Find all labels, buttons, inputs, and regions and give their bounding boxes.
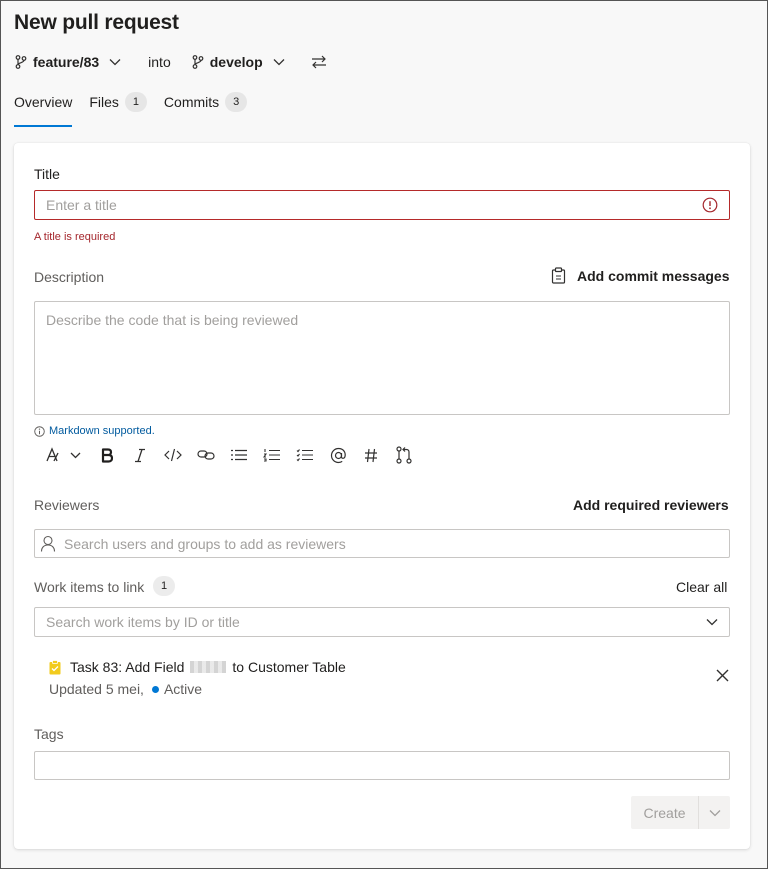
work-items-search-dropdown[interactable]: Search work items by ID or title [34, 607, 730, 637]
text-style-icon [46, 447, 81, 462]
markdown-supported-link[interactable]: Markdown supported. [49, 425, 155, 437]
checklist-button[interactable] [295, 445, 315, 465]
reviewers-label: Reviewers [34, 497, 100, 513]
source-branch-name: feature/83 [33, 54, 100, 70]
chevron-down-icon [273, 59, 285, 66]
italic-button[interactable] [130, 445, 150, 465]
create-options-dropdown[interactable] [698, 796, 730, 829]
code-icon [164, 448, 182, 462]
bulleted-list-icon [231, 449, 247, 461]
bulleted-list-button[interactable] [229, 445, 249, 465]
work-item-title[interactable]: Task 83: Add Field to Customer Table [49, 659, 346, 675]
work-item-updated: Updated 5 mei, [49, 681, 144, 697]
pull-request-form: Title Enter a title A title is required … [14, 143, 750, 849]
tab-commits[interactable]: Commits 3 [163, 91, 248, 127]
remove-work-item-button[interactable] [716, 669, 729, 687]
close-icon [716, 669, 729, 682]
state-dot-icon [151, 685, 159, 693]
error-icon [702, 197, 718, 213]
tab-files[interactable]: Files 1 [89, 91, 147, 127]
description-textarea[interactable]: Describe the code that is being reviewed [34, 301, 730, 415]
swap-branches-button[interactable] [311, 55, 327, 69]
code-button[interactable] [163, 445, 183, 465]
chevron-down-icon [706, 619, 718, 626]
header-format-dropdown[interactable] [44, 445, 84, 465]
mention-button[interactable] [328, 445, 348, 465]
description-placeholder: Describe the code that is being reviewed [46, 312, 299, 328]
formatting-toolbar [44, 445, 414, 465]
tags-input[interactable] [34, 751, 730, 780]
numbered-list-button[interactable] [262, 445, 282, 465]
tab-overview[interactable]: Overview [14, 91, 73, 127]
pull-request-link-button[interactable] [394, 445, 414, 465]
hashtag-icon [365, 448, 377, 462]
title-label: Title [34, 166, 60, 182]
work-item-title-prefix: Task 83: Add Field [70, 659, 185, 675]
branch-icon [192, 55, 204, 69]
link-button[interactable] [196, 445, 216, 465]
branch-icon [15, 55, 27, 69]
bold-icon [101, 447, 113, 463]
swap-icon [311, 55, 326, 69]
italic-icon [135, 448, 145, 462]
clear-all-label: Clear all [676, 579, 728, 595]
hashtag-button[interactable] [361, 445, 381, 465]
work-items-label: Work items to link [34, 579, 145, 595]
work-item-meta: Updated 5 mei, Active [49, 681, 202, 697]
add-required-reviewers-button[interactable]: Add required reviewers [573, 497, 729, 513]
work-item-title-suffix: to Customer Table [232, 659, 346, 675]
chevron-down-icon [709, 809, 720, 816]
source-branch-dropdown[interactable]: feature/83 [15, 54, 121, 70]
work-item-state: Active [163, 681, 203, 697]
page-title: New pull request [14, 11, 179, 34]
tab-count-badge: 1 [124, 92, 147, 112]
create-button[interactable]: Create [631, 796, 698, 829]
work-items-count-badge: 1 [153, 576, 175, 596]
create-label: Create [643, 804, 686, 821]
mention-icon [330, 447, 346, 463]
branch-selector-row: feature/83 into develop [15, 51, 327, 73]
title-placeholder: Enter a title [46, 197, 117, 213]
chevron-down-icon [109, 59, 121, 66]
description-label: Description [34, 269, 105, 285]
clipboard-icon [551, 267, 566, 284]
tab-count-badge: 3 [225, 92, 248, 112]
into-label: into [148, 54, 171, 70]
tab-label: Overview [14, 94, 73, 110]
target-branch-dropdown[interactable]: develop [192, 54, 285, 70]
title-input[interactable]: Enter a title [34, 190, 730, 220]
add-commit-messages-label: Add commit messages [577, 267, 730, 284]
work-items-placeholder: Search work items by ID or title [46, 614, 240, 630]
link-icon [197, 450, 215, 460]
tab-label: Files [89, 94, 119, 110]
target-branch-name: develop [209, 54, 263, 70]
checklist-icon [296, 449, 313, 462]
bold-button[interactable] [97, 445, 117, 465]
linked-work-item: Task 83: Add Field to Customer Table Upd… [49, 659, 729, 699]
markdown-note: Markdown supported. [34, 425, 155, 437]
tab-label: Commits [163, 94, 220, 110]
create-button-group: Create [631, 796, 730, 829]
info-icon [34, 425, 45, 437]
redacted-text [190, 661, 227, 673]
add-required-reviewers-label: Add required reviewers [573, 497, 729, 513]
title-error-message: A title is required [34, 231, 116, 243]
pull-request-icon [396, 446, 412, 464]
task-icon [49, 659, 61, 674]
reviewers-search-input[interactable]: Search users and groups to add as review… [34, 529, 730, 558]
clear-all-button[interactable]: Clear all [676, 579, 727, 595]
tags-label: Tags [34, 726, 64, 742]
add-commit-messages-button[interactable]: Add commit messages [551, 267, 730, 284]
tab-bar: Overview Files 1 Commits 3 [14, 91, 248, 127]
reviewers-placeholder: Search users and groups to add as review… [64, 535, 346, 552]
person-icon [40, 535, 56, 552]
numbered-list-icon [263, 449, 280, 462]
